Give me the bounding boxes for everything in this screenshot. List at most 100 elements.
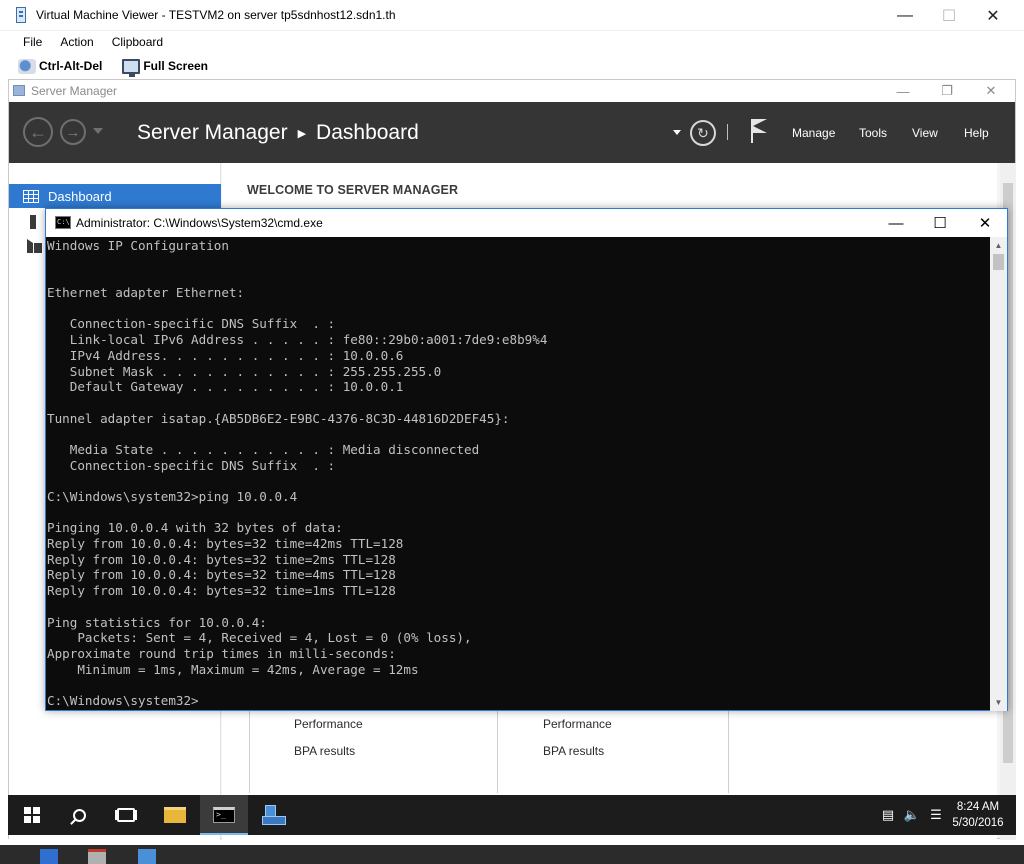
back-arrow-icon[interactable]: ←	[23, 117, 53, 147]
viewer-app-icon	[16, 7, 26, 23]
console-output[interactable]: Windows IP Configuration Ethernet adapter…	[47, 238, 991, 711]
console-line: Approximate round trip times in milli-se…	[47, 645, 396, 661]
console-line: Reply from 10.0.0.4: bytes=32 time=2ms T…	[47, 551, 396, 567]
welcome-heading: WELCOME TO SERVER MANAGER	[247, 183, 459, 197]
full-screen-button[interactable]: Full Screen	[122, 58, 209, 77]
server-manager-icon	[262, 805, 286, 825]
scroll-down-icon[interactable]: ▼	[990, 694, 1007, 711]
sm-minimize-button[interactable]: —	[881, 80, 925, 102]
viewer-titlebar: Virtual Machine Viewer - TESTVM2 on serv…	[0, 0, 1024, 31]
cmd-scrollbar-thumb[interactable]	[993, 254, 1004, 270]
full-screen-label: Full Screen	[143, 59, 209, 73]
tile-bpa-results-link[interactable]: BPA results	[294, 744, 355, 758]
console-line: Default Gateway . . . . . . . . . : 10.0…	[47, 379, 404, 395]
taskbar-clock[interactable]: 8:24 AM 5/30/2016	[952, 799, 1004, 831]
console-line: Tunnel adapter isatap.{AB5DB6E2-E9BC-437…	[47, 410, 510, 426]
menu-view[interactable]: View	[912, 126, 938, 140]
console-line: IPv4 Address. . . . . . . . . . . : 10.0…	[47, 347, 404, 363]
tile-performance-link[interactable]: Performance	[543, 717, 612, 731]
menu-help[interactable]: Help	[964, 126, 989, 140]
file-explorer-button[interactable]	[151, 795, 199, 835]
console-line: Subnet Mask . . . . . . . . . . . : 255.…	[47, 363, 442, 379]
virtual-machine-viewer-icon[interactable]	[138, 849, 156, 864]
sm-header: ← → Server Manager ▶ Dashboard ↻ Manage …	[9, 102, 1015, 163]
console-line: Ethernet adapter Ethernet:	[47, 285, 245, 301]
cmd-taskbar-button[interactable]: >_	[200, 795, 248, 835]
task-view-button[interactable]	[102, 795, 150, 835]
volume-muted-icon[interactable]: 🔈	[904, 807, 920, 823]
console-line: Reply from 10.0.0.4: bytes=32 time=4ms T…	[47, 567, 396, 583]
viewer-menubar: File Action Clipboard	[0, 31, 1024, 53]
viewer-maximize-button[interactable]: ☐	[926, 0, 972, 31]
action-center-icon[interactable]: ☰	[928, 807, 944, 823]
ctrl-alt-del-button[interactable]: Ctrl-Alt-Del	[18, 58, 102, 74]
menu-manage[interactable]: Manage	[792, 126, 835, 140]
forward-arrow-icon[interactable]: →	[60, 119, 86, 145]
console-line: Pinging 10.0.0.4 with 32 bytes of data:	[47, 520, 343, 536]
server-manager-taskbar-button[interactable]	[249, 795, 297, 835]
host-taskbar	[0, 845, 1024, 864]
folder-icon	[164, 807, 186, 823]
menu-file[interactable]: File	[14, 35, 51, 49]
console-line: Reply from 10.0.0.4: bytes=32 time=1ms T…	[47, 583, 396, 599]
console-line: Link-local IPv6 Address . . . . . : fe80…	[47, 332, 548, 348]
console-line: Media State . . . . . . . . . . . : Medi…	[47, 441, 480, 457]
menu-tools[interactable]: Tools	[859, 126, 887, 140]
sm-restore-button[interactable]: ❐	[925, 80, 969, 102]
command-prompt-icon: >_	[213, 807, 235, 823]
tile-bpa-results-link[interactable]: BPA results	[543, 744, 604, 758]
header-dropdown-icon[interactable]	[673, 130, 681, 135]
breadcrumb: Server Manager ▶ Dashboard	[137, 121, 419, 145]
app-icon[interactable]	[88, 849, 106, 864]
sm-close-button[interactable]: ✕	[969, 80, 1013, 102]
cmd-maximize-button[interactable]: ☐	[917, 209, 963, 237]
cmd-minimize-button[interactable]: —	[873, 209, 919, 237]
network-icon[interactable]: ▤	[880, 807, 896, 823]
search-button[interactable]	[55, 795, 103, 835]
scroll-up-icon[interactable]: ▲	[990, 237, 1007, 254]
viewer-close-button[interactable]: ✕	[970, 0, 1016, 31]
history-dropdown-icon[interactable]	[93, 128, 103, 134]
all-servers-icon[interactable]	[27, 239, 42, 253]
sidebar-item-dashboard[interactable]: Dashboard	[9, 184, 221, 208]
guest-taskbar: >_ ▤ 🔈 ☰ 8:24 AM 5/30/2016	[8, 795, 1016, 835]
sidebar-item-label: Dashboard	[48, 188, 112, 204]
tile-performance-link[interactable]: Performance	[294, 717, 363, 731]
header-divider	[727, 124, 728, 140]
search-icon	[72, 808, 86, 822]
powershell-icon[interactable]	[40, 849, 58, 864]
cmd-window-title: Administrator: C:\Windows\System32\cmd.e…	[76, 216, 323, 230]
console-line: Windows IP Configuration	[47, 238, 229, 253]
local-server-icon[interactable]	[30, 215, 36, 229]
console-line: Ping statistics for 10.0.0.4:	[47, 614, 267, 630]
console-line: Connection-specific DNS Suffix . :	[47, 457, 336, 473]
sm-titlebar: Server Manager — ❐ ✕	[9, 80, 1015, 102]
console-line: Connection-specific DNS Suffix . :	[47, 316, 336, 332]
viewer-minimize-button[interactable]: —	[882, 0, 928, 31]
breadcrumb-app: Server Manager	[137, 121, 288, 144]
breadcrumb-separator-icon: ▶	[297, 127, 307, 140]
cmd-close-button[interactable]: ✕	[962, 209, 1008, 237]
console-line: C:\Windows\system32>ping 10.0.0.4	[47, 489, 298, 504]
cmd-titlebar: C:\ Administrator: C:\Windows\System32\c…	[46, 209, 1007, 237]
start-button[interactable]	[8, 795, 56, 835]
task-view-icon	[117, 808, 135, 822]
console-line: Reply from 10.0.0.4: bytes=32 time=42ms …	[47, 536, 404, 552]
notifications-flag-icon[interactable]	[751, 119, 767, 143]
cmd-scrollbar[interactable]: ▲ ▼	[990, 237, 1007, 711]
menu-clipboard[interactable]: Clipboard	[103, 35, 172, 49]
cmd-window: C:\ Administrator: C:\Windows\System32\c…	[45, 208, 1008, 711]
viewer-window-title: Virtual Machine Viewer - TESTVM2 on serv…	[36, 8, 396, 22]
menu-action[interactable]: Action	[51, 35, 102, 49]
cmd-app-icon: C:\	[55, 216, 71, 229]
console-line: C:\Windows\system32>	[47, 692, 199, 708]
refresh-icon[interactable]: ↻	[690, 120, 716, 146]
viewer-toolbar: Ctrl-Alt-Del Full Screen	[0, 53, 1024, 79]
